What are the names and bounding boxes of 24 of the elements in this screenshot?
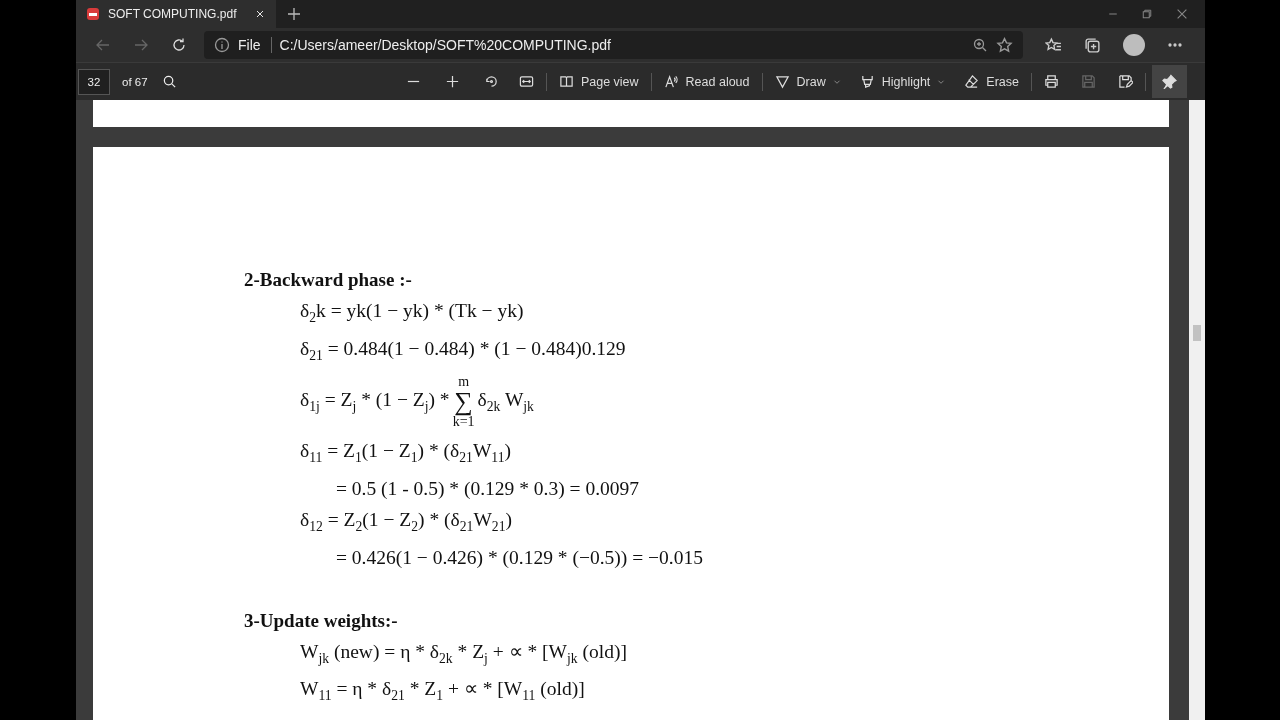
upper-limit: m xyxy=(458,374,469,389)
equation: δ$_{21}$ = 0.484(1 − 0.484) * (1 − 0.484)0.129 xyxy=(300,336,627,365)
erase-button[interactable]: Erase xyxy=(958,70,1025,93)
equation: δ$_{11}$ = Z$_{1}$(1 − Z$_{1}$) * (δ$_{21}$W$_{11}$) xyxy=(300,438,512,467)
section-heading: 3-Update weights:- xyxy=(244,609,399,632)
section-heading: 2-Backward phase :- xyxy=(244,269,413,291)
read-aloud-button[interactable]: Read aloud xyxy=(657,70,756,93)
equation: W$_{11}$ = η * δ$_{21}$ * Z$_{1}$ + ∝ * [W$_{11}$ (old)] xyxy=(300,677,586,706)
draw-button[interactable]: Draw xyxy=(768,70,832,93)
equation: δ$_{2}$k = yk(1 − yk) * (Tk − yk) xyxy=(300,299,525,327)
equation: δ$_{12}$ = Z$_{2}$(1 − Z$_{2}$) * (δ$_{21}$W$_{21}$) xyxy=(300,507,513,536)
equation: W$_{jk}$ (new) = η * δ$_{2k}$ * Z$_{j}$ + ∝ * [W$_{jk}$ (old)] xyxy=(300,639,628,668)
page-view-button[interactable]: Page view xyxy=(552,70,645,93)
equation: = 0.5 (1 - 0.5) * (0.129 * 0.3) = 0.0097 xyxy=(336,476,641,501)
url-text[interactable]: C:/Users/ameer/Desktop/SOFT%20COMPUTING.pdf xyxy=(279,37,964,53)
page-count: of 67 xyxy=(122,75,148,88)
browser-tab[interactable]: SOFT COMPUTING.pdf xyxy=(76,0,276,28)
site-info-label: File xyxy=(238,37,272,53)
equation: = 0.426(1 − 0.426) * (0.129 * (−0.5)) = −0.015 xyxy=(336,545,704,570)
summation-sign: ∑ xyxy=(454,388,473,415)
equation: δ$_{2k}$ W$_{jk}$ xyxy=(477,388,534,415)
highlight-button[interactable]: Highlight xyxy=(853,70,937,93)
equation: δ$_{1j}$ = Z$_{j}$ * (1 − Z$_{j}$) * xyxy=(300,388,450,415)
page-number-field[interactable]: 32 xyxy=(78,68,110,95)
